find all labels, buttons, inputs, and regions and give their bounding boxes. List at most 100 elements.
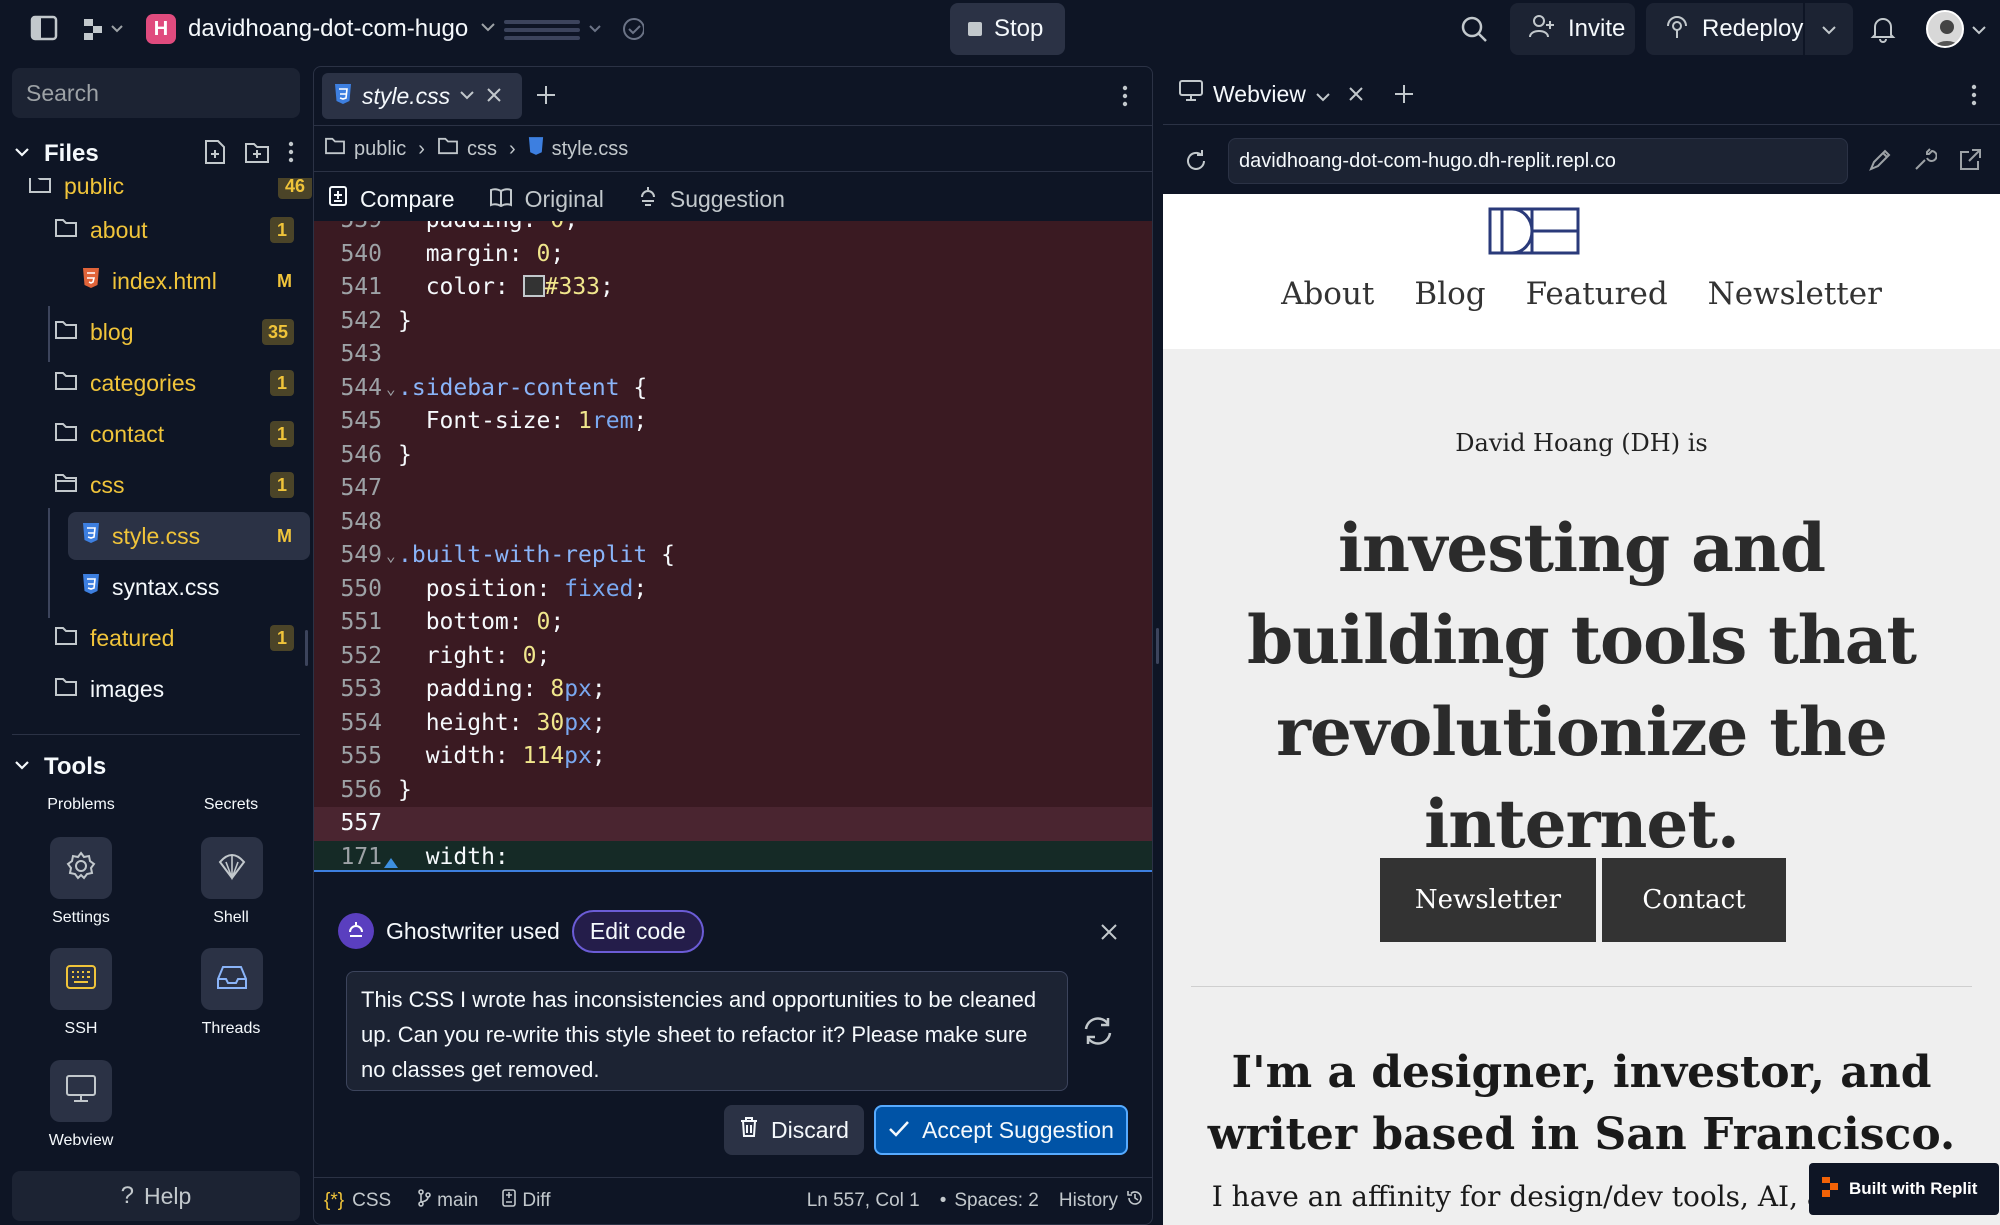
- close-tab-icon[interactable]: [486, 87, 502, 108]
- nav-link-newsletter[interactable]: Newsletter: [1708, 276, 1882, 312]
- site-nav: About Blog Featured Newsletter: [1163, 276, 2000, 312]
- close-tab-icon[interactable]: [1348, 86, 1364, 107]
- site-subhead: I'm a designer, investor, and writer bas…: [1207, 1047, 1956, 1160]
- tool-label-webview: Webview: [48, 1132, 114, 1149]
- pencil-icon[interactable]: [1868, 148, 1892, 177]
- bell-icon[interactable]: [1870, 15, 1896, 43]
- reload-icon[interactable]: [1183, 148, 1209, 179]
- devtools-wrench-icon[interactable]: [1913, 148, 1938, 177]
- open-external-icon[interactable]: [1958, 148, 1982, 177]
- breadcrumb-item[interactable]: style.css: [552, 138, 629, 161]
- split-divider[interactable]: [314, 870, 1152, 872]
- dh-logo[interactable]: [1488, 207, 1580, 259]
- history-icon[interactable]: [1126, 1189, 1144, 1213]
- breadcrumb-item[interactable]: css: [467, 138, 497, 161]
- new-file-icon[interactable]: [204, 139, 226, 170]
- nav-link-featured[interactable]: Featured: [1526, 276, 1668, 312]
- regenerate-icon[interactable]: [1081, 1015, 1115, 1052]
- tree-folder-blog[interactable]: blog 35: [54, 308, 310, 356]
- more-options-icon[interactable]: [1971, 84, 1977, 111]
- newsletter-site-button[interactable]: Newsletter: [1380, 858, 1596, 942]
- repl-switcher[interactable]: H davidhoang-dot-com-hugo: [146, 12, 496, 46]
- more-options-icon[interactable]: [1122, 85, 1128, 112]
- tree-folder-contact[interactable]: contact 1: [54, 410, 310, 458]
- tree-label: categories: [90, 369, 197, 396]
- divider: [1191, 986, 1972, 987]
- help-button[interactable]: ? Help: [12, 1171, 300, 1221]
- files-header[interactable]: Files: [14, 136, 304, 172]
- tree-folder-featured[interactable]: featured 1: [54, 614, 310, 662]
- tools-header[interactable]: Tools: [14, 750, 106, 784]
- count-badge: 35: [262, 319, 294, 345]
- bullet: •: [939, 1190, 947, 1211]
- diff-icon: [502, 1189, 517, 1213]
- webview-tool-button[interactable]: [50, 1060, 112, 1122]
- user-avatar[interactable]: [1926, 10, 1964, 48]
- threads-tool-button[interactable]: [201, 948, 263, 1010]
- more-options-icon[interactable]: [288, 141, 294, 168]
- branch-icon: [417, 1189, 431, 1213]
- new-folder-icon[interactable]: [244, 140, 270, 169]
- built-with-replit-badge[interactable]: Built with Replit: [1809, 1163, 1999, 1215]
- ssh-tool-button[interactable]: [50, 948, 112, 1010]
- nav-link-about[interactable]: About: [1281, 276, 1374, 312]
- discard-button[interactable]: Discard: [724, 1105, 864, 1155]
- tree-folder-about[interactable]: about 1: [54, 206, 310, 254]
- layout-menu-icon[interactable]: [504, 14, 644, 44]
- language-label[interactable]: CSS: [352, 1190, 391, 1212]
- code-line: 551 bottom: 0;: [340, 609, 565, 635]
- tab-suggestion[interactable]: Suggestion: [670, 186, 785, 213]
- tool-label-problems[interactable]: Problems: [21, 796, 141, 814]
- redeploy-label: Redeploy: [1702, 15, 1804, 42]
- close-icon[interactable]: [1100, 923, 1118, 946]
- divider: [314, 1177, 1152, 1178]
- contact-site-button[interactable]: Contact: [1602, 858, 1786, 942]
- chevron-down-icon[interactable]: [1972, 22, 1986, 40]
- tree-file-syntax-css[interactable]: syntax.css: [82, 563, 310, 611]
- search-input[interactable]: Search: [12, 68, 300, 118]
- pane-resize-handle[interactable]: [305, 630, 308, 666]
- redeploy-options-button[interactable]: [1805, 3, 1853, 55]
- sidebar-toggle-icon[interactable]: [30, 15, 58, 41]
- webview-tab[interactable]: Webview: [1179, 76, 1330, 112]
- tree-label: images: [90, 675, 165, 702]
- tool-label-secrets[interactable]: Secrets: [171, 796, 291, 814]
- prompt-box[interactable]: This CSS I wrote has inconsistencies and…: [346, 971, 1068, 1091]
- cursor-position[interactable]: Ln 557, Col 1: [807, 1190, 920, 1212]
- workspace-menu-icon[interactable]: [82, 16, 126, 42]
- nav-link-blog[interactable]: Blog: [1414, 276, 1485, 312]
- url-bar[interactable]: davidhoang-dot-com-hugo.dh-replit.repl.c…: [1228, 138, 1848, 184]
- tree-folder-categories[interactable]: categories 1: [54, 359, 310, 407]
- shell-tool-button[interactable]: [201, 837, 263, 899]
- code-line: 550 position: fixed;: [340, 575, 648, 602]
- tab-original[interactable]: Original: [525, 186, 604, 213]
- keyboard-icon: [65, 964, 97, 995]
- tab-compare[interactable]: Compare: [360, 186, 455, 213]
- count-badge: 1: [270, 472, 294, 498]
- code-area[interactable]: 539 padding: 0; 540 margin: 0; 541 color…: [314, 221, 1152, 870]
- compare-icon: [328, 185, 348, 213]
- accept-suggestion-button[interactable]: Accept Suggestion: [874, 1105, 1128, 1155]
- check-icon: [888, 1117, 910, 1144]
- invite-button[interactable]: Invite: [1510, 3, 1635, 55]
- search-icon[interactable]: [1460, 15, 1488, 43]
- diff-label[interactable]: Diff: [522, 1190, 550, 1212]
- tree-file-style-css[interactable]: style.css M: [68, 512, 310, 560]
- edit-code-pill[interactable]: Edit code: [571, 909, 704, 953]
- repl-avatar: H: [146, 14, 176, 44]
- redeploy-button[interactable]: Redeploy: [1646, 3, 1803, 55]
- branch-label[interactable]: main: [437, 1190, 478, 1212]
- history-label[interactable]: History: [1059, 1190, 1118, 1212]
- tree-label: featured: [90, 624, 175, 651]
- tree-folder-css[interactable]: css 1: [54, 461, 310, 509]
- pane-resize-handle[interactable]: [1156, 628, 1159, 664]
- stop-button[interactable]: Stop: [950, 3, 1065, 55]
- tree-file-index-html[interactable]: index.html M: [82, 257, 310, 305]
- settings-tool-button[interactable]: [50, 837, 112, 899]
- spaces-setting[interactable]: Spaces: 2: [954, 1190, 1039, 1212]
- new-tab-icon[interactable]: [535, 84, 557, 111]
- tree-folder-images[interactable]: images: [54, 665, 310, 713]
- breadcrumb-item[interactable]: public: [354, 138, 406, 161]
- tool-label-ssh: SSH: [64, 1020, 98, 1037]
- new-tab-icon[interactable]: [1393, 83, 1415, 110]
